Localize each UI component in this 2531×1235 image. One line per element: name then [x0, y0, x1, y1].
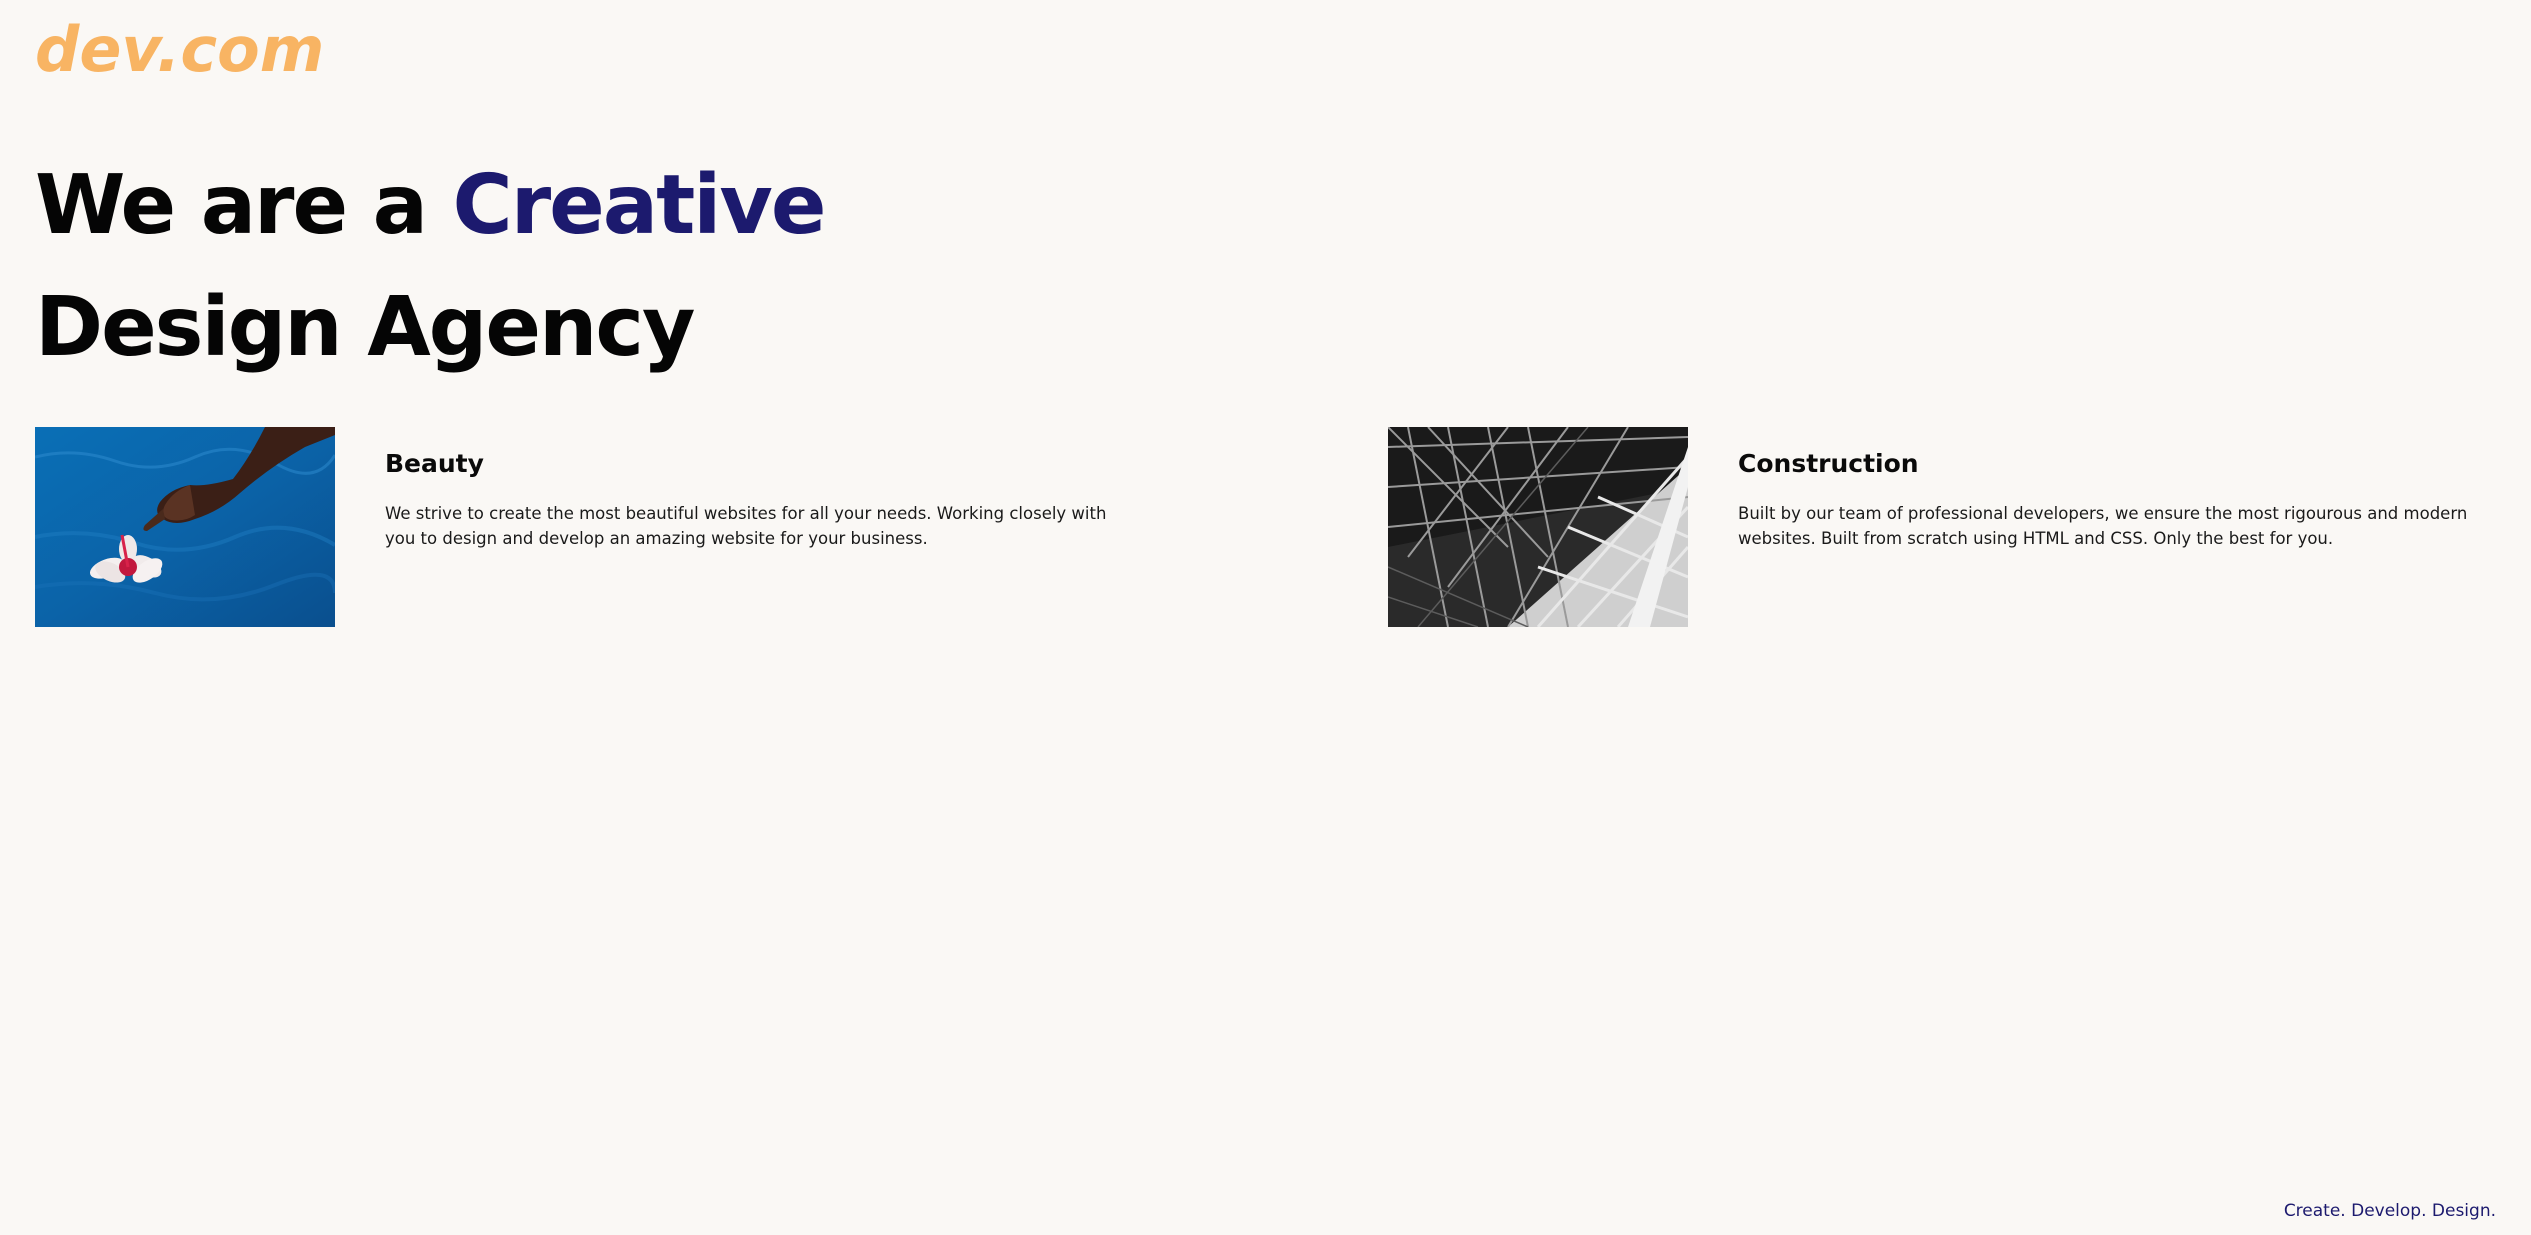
construction-image — [1388, 427, 1688, 627]
hero-prefix: We are a — [35, 158, 428, 253]
feature-description-beauty: We strive to create the most beautiful w… — [385, 504, 1107, 548]
footer-tagline: Create. Develop. Design. — [2283, 1201, 2496, 1221]
feature-card-beauty: Beauty We strive to create the most beau… — [35, 427, 1135, 627]
site-logo[interactable]: dev.com — [35, 10, 324, 90]
feature-card-construction: Construction Built by our team of profes… — [1388, 427, 2488, 627]
hero-heading: We are a Creative Design Agency — [35, 145, 827, 389]
feature-title-beauty: Beauty — [385, 449, 484, 478]
hero-line-2: Design Agency — [35, 280, 695, 375]
hero-accent-word: Creative — [452, 158, 827, 253]
beauty-image — [35, 427, 335, 627]
feature-title-construction: Construction — [1738, 449, 1919, 478]
feature-description-construction: Built by our team of professional develo… — [1738, 504, 2468, 548]
